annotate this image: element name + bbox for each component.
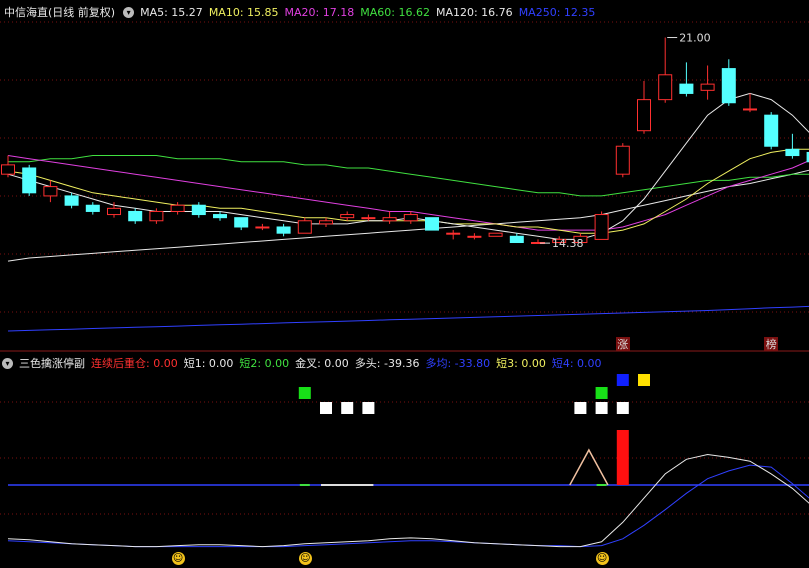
signal-square bbox=[595, 402, 608, 414]
limit-up-badge[interactable]: 涨 bbox=[615, 337, 630, 351]
candle-body bbox=[340, 214, 355, 219]
ma60-line bbox=[8, 155, 809, 197]
candle-body bbox=[382, 217, 397, 222]
high-price-label: 21.00 bbox=[679, 32, 711, 45]
candle-body bbox=[615, 145, 630, 175]
signal-square bbox=[362, 402, 375, 414]
candle-body bbox=[446, 232, 461, 235]
signal-square bbox=[298, 387, 311, 399]
smile-icon: ☺ bbox=[171, 552, 185, 565]
candle-body bbox=[425, 217, 439, 231]
signal-square bbox=[320, 402, 332, 414]
heavy-position-bar bbox=[616, 430, 629, 485]
candle-body bbox=[1, 164, 15, 175]
list-badge[interactable]: 榜 bbox=[764, 337, 779, 351]
candle-body bbox=[128, 210, 143, 222]
candle-body bbox=[276, 226, 291, 234]
candle-body bbox=[785, 148, 800, 157]
candle-body bbox=[255, 226, 270, 229]
candle-body bbox=[509, 235, 524, 244]
candle-body bbox=[361, 217, 376, 220]
candle-body bbox=[64, 195, 79, 206]
candle-body bbox=[679, 83, 694, 94]
signal-square bbox=[595, 387, 608, 399]
signal-square bbox=[638, 374, 650, 386]
candle-body bbox=[43, 186, 58, 197]
candle-body bbox=[149, 210, 164, 222]
smile-icon: ☺ bbox=[595, 552, 609, 565]
duojun-line bbox=[7, 464, 809, 548]
signal-square bbox=[616, 402, 629, 414]
duotou-line bbox=[7, 453, 809, 548]
candle-body bbox=[191, 204, 206, 216]
candle-body bbox=[297, 220, 312, 234]
signal-square bbox=[574, 402, 587, 414]
candle-body bbox=[213, 214, 227, 219]
candle-body bbox=[403, 214, 418, 222]
candle-body bbox=[721, 68, 736, 104]
candle-body bbox=[594, 214, 609, 240]
signal-square bbox=[341, 402, 354, 414]
indicator-chart[interactable] bbox=[0, 352, 809, 568]
candle-body bbox=[107, 207, 121, 216]
candle-body bbox=[764, 114, 779, 147]
candle-body bbox=[637, 99, 651, 132]
candle-body bbox=[22, 167, 37, 194]
price-chart[interactable]: 21.00 14.38 bbox=[0, 0, 809, 352]
low-price-label: 14.38 bbox=[552, 237, 584, 250]
candle-body bbox=[700, 83, 715, 91]
candle-body bbox=[85, 204, 100, 212]
candle-body bbox=[170, 204, 185, 212]
candle-body bbox=[467, 235, 482, 238]
ma250-line bbox=[7, 305, 809, 332]
cross-spike bbox=[569, 448, 609, 486]
smile-icon: ☺ bbox=[298, 552, 312, 565]
candle-body bbox=[234, 217, 249, 228]
signal-square bbox=[616, 374, 629, 386]
candle-body bbox=[658, 74, 673, 101]
candle-body bbox=[488, 232, 503, 237]
candle-body bbox=[743, 108, 757, 111]
candle-body bbox=[319, 220, 333, 225]
